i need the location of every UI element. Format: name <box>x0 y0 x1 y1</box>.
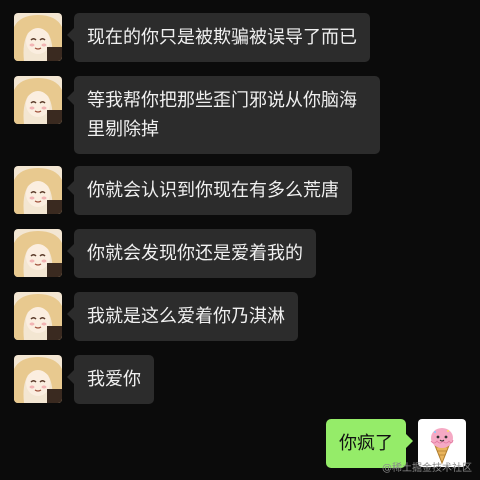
message-bubble[interactable]: 我就是这么爱着你乃淇淋 <box>67 292 298 341</box>
watermark-label: @稀土掘金技术社区 <box>382 463 472 474</box>
message-row: 你就会发现你还是爱着我的 <box>14 229 466 278</box>
message-row: 等我帮你把那些歪门邪说从你脑海里剔除掉 <box>14 76 466 154</box>
message-row: 我爱你 <box>14 355 466 404</box>
contact-avatar-icon[interactable] <box>14 166 62 214</box>
message-bubble[interactable]: 我爱你 <box>67 355 154 404</box>
contact-avatar-icon[interactable] <box>14 229 62 277</box>
contact-avatar-icon[interactable] <box>14 13 62 61</box>
message-bubble[interactable]: 现在的你只是被欺骗被误导了而已 <box>67 13 370 62</box>
message-row: 现在的你只是被欺骗被误导了而已 <box>14 13 466 62</box>
message-bubble[interactable]: 你就会认识到你现在有多么荒唐 <box>67 166 352 215</box>
message-row: 我就是这么爱着你乃淇淋 <box>14 292 466 341</box>
message-bubble[interactable]: 等我帮你把那些歪门邪说从你脑海里剔除掉 <box>67 76 380 154</box>
contact-avatar-icon[interactable] <box>14 355 62 403</box>
contact-avatar-icon[interactable] <box>14 292 62 340</box>
chat-window: 现在的你只是被欺骗被误导了而已 等我帮你把那些歪门邪说从你脑海里剔除掉 你就会认… <box>0 0 480 480</box>
message-row: 你就会认识到你现在有多么荒唐 <box>14 166 466 215</box>
contact-avatar-icon[interactable] <box>14 76 62 124</box>
message-bubble[interactable]: 你就会发现你还是爱着我的 <box>67 229 316 278</box>
